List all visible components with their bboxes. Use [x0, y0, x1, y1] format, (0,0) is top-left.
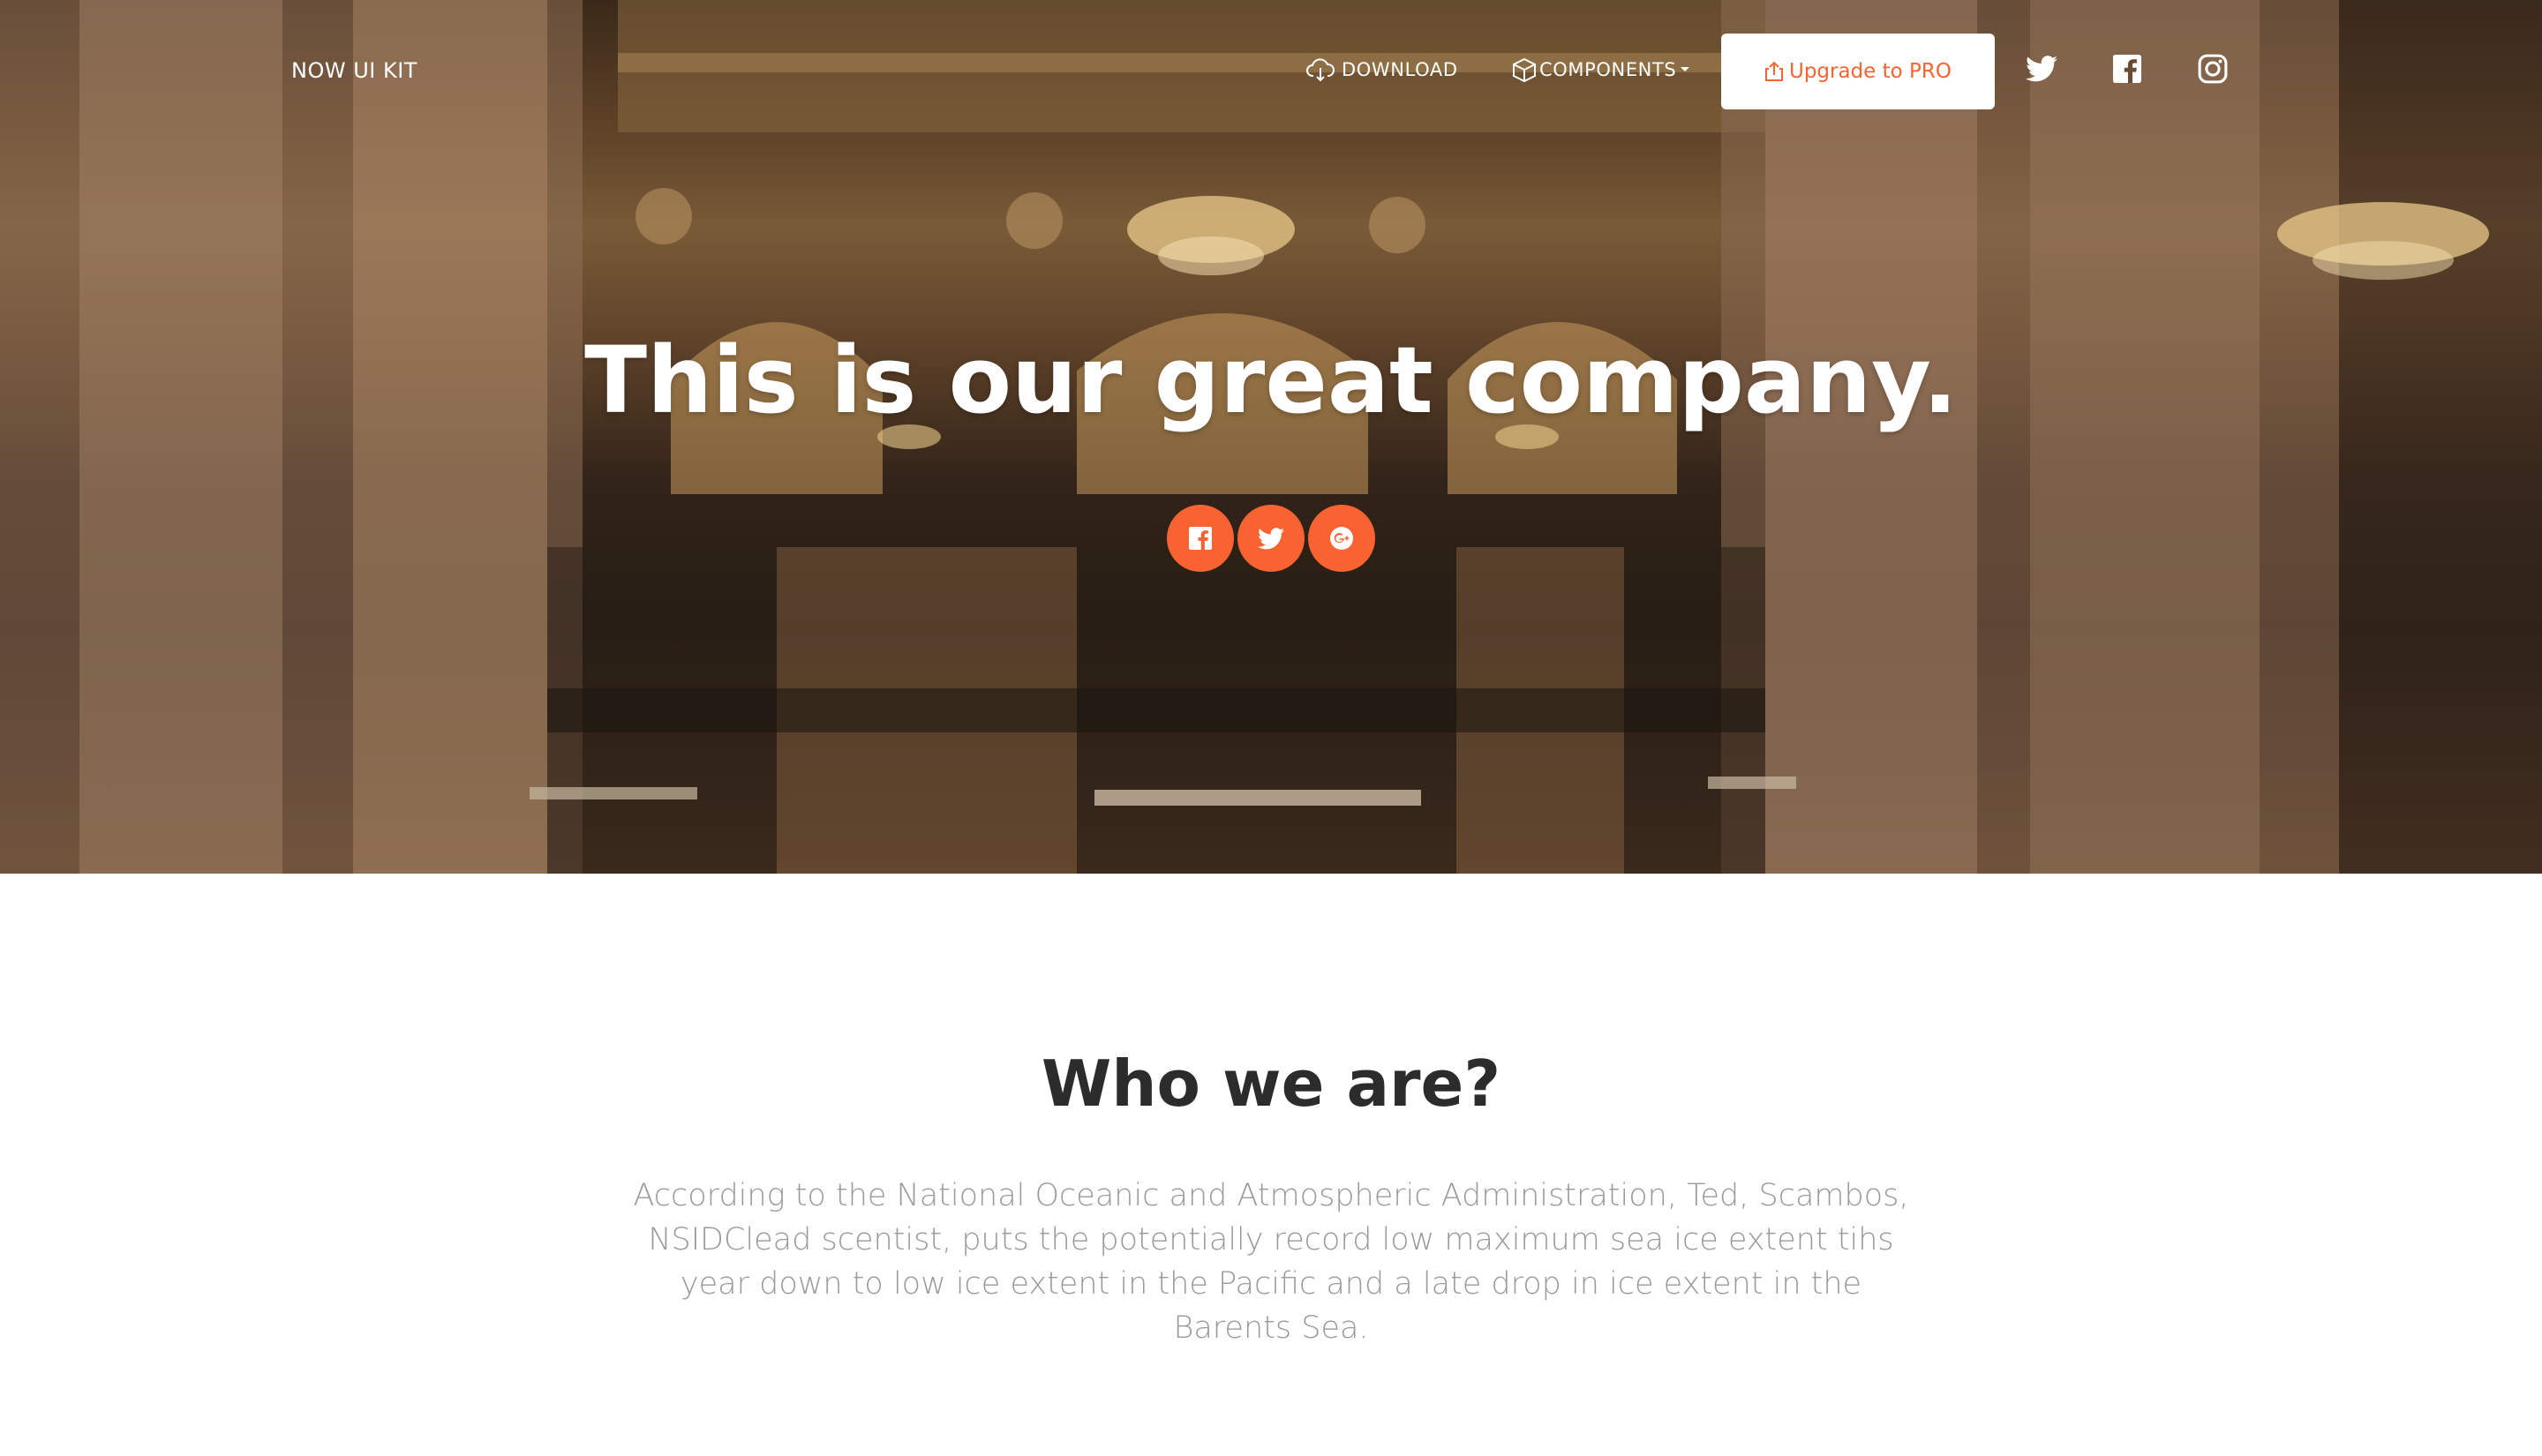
facebook-icon	[2113, 55, 2141, 83]
hero-title: This is our great company.	[584, 326, 1958, 434]
about-description: According to the National Oceanic and At…	[633, 1178, 1909, 1346]
share-icon	[1765, 61, 1783, 81]
hero-facebook-button[interactable]	[1167, 505, 1234, 572]
nav-download-label: DOWNLOAD	[1342, 59, 1458, 80]
cloud-download-icon	[1306, 58, 1335, 82]
nav-facebook-link[interactable]	[2110, 51, 2145, 86]
nav-components-dropdown[interactable]: COMPONENTS	[1511, 55, 1690, 85]
caret-down-icon	[1681, 67, 1690, 71]
brand-link[interactable]: NOW UI KIT	[291, 58, 417, 83]
nav-download-link[interactable]: DOWNLOAD	[1306, 55, 1458, 85]
about-title: Who we are?	[1041, 1047, 1501, 1121]
hero-google-plus-button[interactable]	[1308, 505, 1375, 572]
nav-instagram-link[interactable]	[2195, 51, 2230, 86]
nav-components-label: COMPONENTS	[1539, 59, 1677, 80]
twitter-icon	[1258, 527, 1284, 549]
google-plus-icon	[1330, 527, 1353, 550]
upgrade-label: Upgrade to PRO	[1789, 60, 1952, 83]
box-icon	[1513, 57, 1536, 83]
hero-twitter-button[interactable]	[1237, 505, 1305, 572]
upgrade-to-pro-button[interactable]: Upgrade to PRO	[1721, 34, 1995, 109]
facebook-icon	[1189, 527, 1212, 550]
instagram-icon	[2198, 54, 2228, 84]
hero-section: NOW UI KIT DOWNLOAD COMPONENTS Upgrade t…	[0, 0, 2542, 874]
twitter-icon	[2026, 56, 2057, 82]
navbar: NOW UI KIT DOWNLOAD COMPONENTS Upgrade t…	[0, 0, 2542, 141]
nav-twitter-link[interactable]	[2024, 51, 2059, 86]
